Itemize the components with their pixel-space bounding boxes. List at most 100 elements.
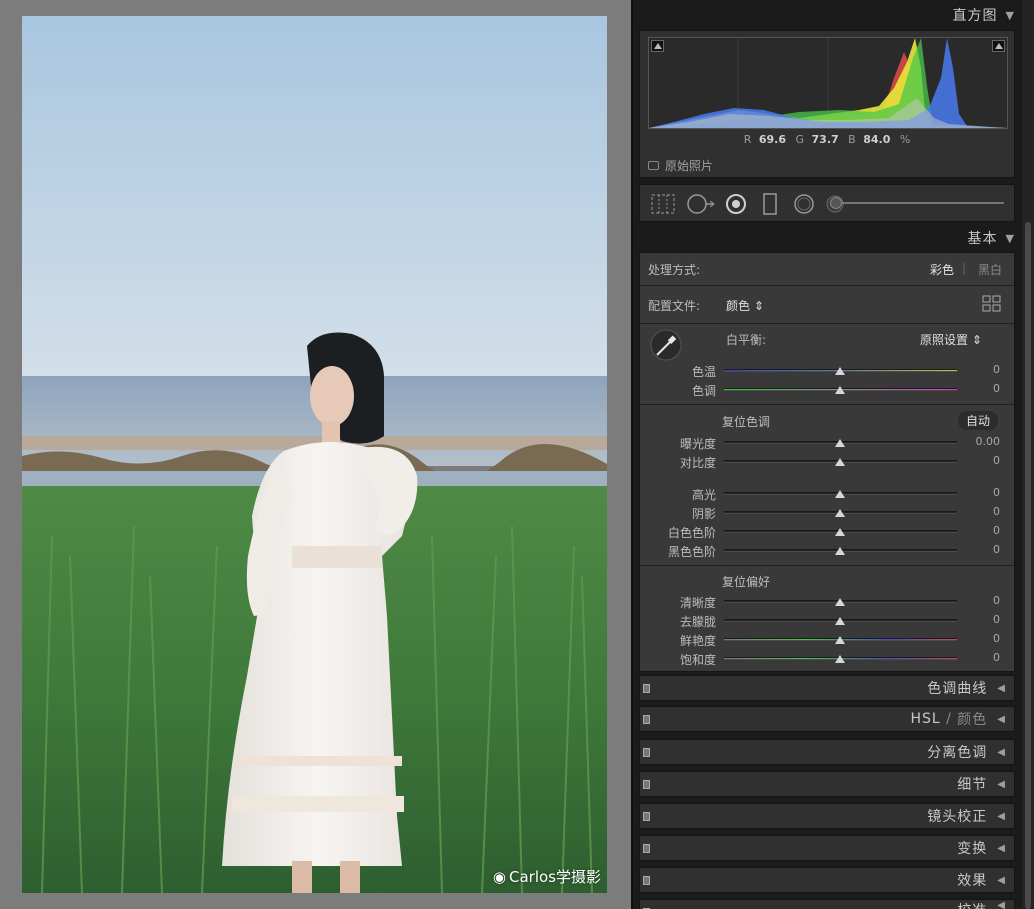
clarity-value[interactable]: 0 [960, 594, 1000, 607]
tint-slider[interactable] [724, 386, 957, 394]
profile-value: 颜色 [726, 299, 751, 313]
effects-title: 效果 [957, 873, 988, 889]
updown-icon: ⇕ [753, 299, 764, 313]
scrollbar-thumb[interactable] [1025, 222, 1031, 909]
shadows-slider[interactable] [724, 509, 957, 517]
rgb-readout: R 69.6 G 73.7 B 84.0 % [640, 133, 1014, 146]
highlights-slider[interactable] [724, 490, 957, 498]
panel-switch-icon[interactable] [643, 876, 650, 885]
exposure-knob[interactable] [835, 439, 845, 447]
red-eye-icon[interactable] [724, 193, 748, 215]
histogram-panel: R 69.6 G 73.7 B 84.0 % 原始照片 [639, 30, 1015, 178]
temperature-knob[interactable] [835, 367, 845, 375]
watermark-text: Carlos学摄影 [509, 868, 601, 886]
auto-tone-button[interactable]: 自动 [958, 411, 999, 430]
vibrance-slider[interactable] [724, 636, 957, 644]
dehaze-slider[interactable] [724, 617, 957, 625]
treatment-bw-button[interactable]: 黑白 [978, 261, 1002, 278]
divider [640, 404, 1014, 405]
transform-panel[interactable]: 变换 ◀ [639, 835, 1015, 861]
contrast-knob[interactable] [835, 458, 845, 466]
divider [640, 285, 1014, 286]
temperature-slider[interactable] [724, 367, 957, 375]
tone-curve-panel[interactable]: 色调曲线 ◀ [639, 675, 1015, 701]
lens-correction-panel[interactable]: 镜头校正 ◀ [639, 803, 1015, 829]
panel-switch-icon[interactable] [643, 844, 650, 853]
white-balance-eyedropper-icon[interactable] [650, 329, 682, 361]
shadows-label: 阴影 [691, 507, 716, 521]
r-label: R [743, 133, 752, 146]
panel-switch-icon[interactable] [643, 748, 650, 757]
split-toning-panel[interactable]: 分离色调 ◀ [639, 739, 1015, 765]
shadows-knob[interactable] [835, 509, 845, 517]
crop-overlay-icon[interactable] [650, 193, 676, 215]
treatment-color-button[interactable]: 彩色 [930, 261, 954, 278]
photo-image [22, 16, 607, 893]
original-photo-toggle[interactable]: 原始照片 [648, 157, 713, 174]
saturation-slider[interactable] [724, 655, 957, 663]
blacks-value[interactable]: 0 [960, 543, 1000, 556]
spot-removal-icon[interactable] [686, 193, 716, 215]
saturation-knob[interactable] [835, 655, 845, 663]
clarity-knob[interactable] [835, 598, 845, 606]
basic-header[interactable]: 基本 ▼ [639, 225, 1015, 251]
calibration-panel[interactable]: 校准 ◀ [639, 899, 1015, 909]
graduated-filter-icon[interactable] [760, 193, 780, 215]
blacks-knob[interactable] [835, 547, 845, 555]
highlights-knob[interactable] [835, 490, 845, 498]
hsl-panel[interactable]: HSL / 颜色 ◀ [639, 706, 1015, 732]
temperature-value[interactable]: 0 [960, 363, 1000, 376]
panel-switch-icon[interactable] [643, 684, 650, 693]
tint-value[interactable]: 0 [960, 382, 1000, 395]
whites-knob[interactable] [835, 528, 845, 536]
brush-size-knob[interactable] [830, 197, 842, 209]
tint-knob[interactable] [835, 386, 845, 394]
shadows-value[interactable]: 0 [960, 505, 1000, 518]
tone-reset-button[interactable]: 复位色调 [722, 413, 770, 430]
presence-reset-button[interactable]: 复位偏好 [722, 573, 770, 590]
histogram-header[interactable]: 直方图 ▼ [639, 2, 1015, 28]
profile-dropdown[interactable]: 颜色 ⇕ [726, 297, 764, 314]
vibrance-value[interactable]: 0 [960, 632, 1000, 645]
highlights-value[interactable]: 0 [960, 486, 1000, 499]
white-balance-dropdown[interactable]: 原照设置 ⇕ [920, 331, 982, 348]
tone-curve-title: 色调曲线 [927, 681, 988, 697]
tool-strip [639, 184, 1015, 222]
hsl-title: HSL [910, 711, 941, 727]
develop-panel: 直方图 ▼ R 69.6 G 73.7 B 84.0 % 原始照片 基本 ▼ 处… [631, 0, 1034, 909]
contrast-slider[interactable] [724, 458, 957, 466]
effects-panel[interactable]: 效果 ◀ [639, 867, 1015, 893]
clarity-slider[interactable] [724, 598, 957, 606]
weibo-icon: ◉ [492, 867, 506, 886]
contrast-value[interactable]: 0 [960, 454, 1000, 467]
panel-scrollbar[interactable] [1022, 0, 1034, 909]
panel-switch-icon[interactable] [643, 780, 650, 789]
exposure-slider[interactable] [724, 439, 957, 447]
original-photo-checkbox[interactable] [648, 161, 659, 170]
treatment-divider: | [962, 261, 967, 275]
photo-preview[interactable]: ◉ Carlos学摄影 [22, 16, 607, 893]
exposure-value[interactable]: 0.00 [960, 435, 1001, 448]
blacks-slider[interactable] [724, 547, 957, 555]
saturation-value[interactable]: 0 [960, 651, 1000, 664]
expand-triangle-icon: ◀ [997, 746, 1006, 758]
dehaze-knob[interactable] [835, 617, 845, 625]
dehaze-value[interactable]: 0 [960, 613, 1000, 626]
radial-filter-icon[interactable] [792, 193, 816, 215]
whites-value[interactable]: 0 [960, 524, 1000, 537]
divider [640, 565, 1014, 566]
treatment-label: 处理方式: [648, 263, 701, 277]
calibration-title: 校准 [957, 900, 987, 909]
panel-switch-icon[interactable] [643, 715, 650, 724]
panel-switch-icon[interactable] [643, 812, 650, 821]
whites-label: 白色色阶 [667, 526, 716, 540]
basic-panel: 处理方式: 彩色 | 黑白 配置文件: 颜色 ⇕ 白平衡: 原照设置 ⇕ 色温 … [639, 252, 1015, 672]
whites-slider[interactable] [724, 528, 957, 536]
contrast-label: 对比度 [679, 456, 716, 470]
profile-browser-icon[interactable] [982, 295, 1002, 313]
basic-title: 基本 [967, 231, 998, 247]
vibrance-knob[interactable] [835, 636, 845, 644]
histogram-graph[interactable] [648, 37, 1008, 129]
detail-panel[interactable]: 细节 ◀ [639, 771, 1015, 797]
brush-size-slider[interactable] [830, 197, 1004, 209]
